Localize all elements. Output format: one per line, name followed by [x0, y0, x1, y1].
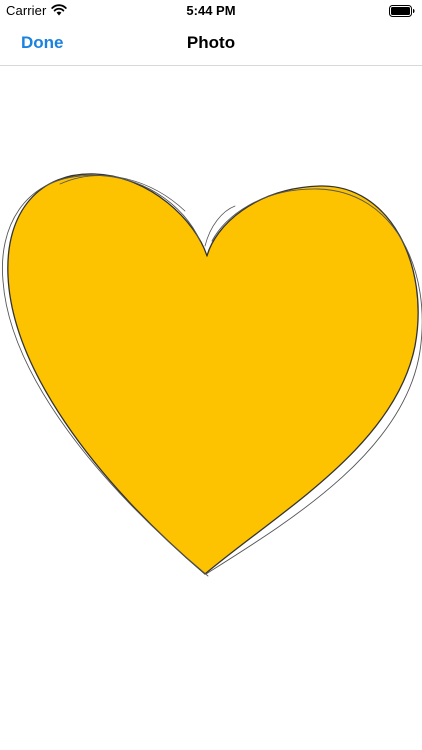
heart-drawing [1, 173, 422, 577]
status-time: 5:44 PM [186, 3, 236, 18]
drawing-canvas[interactable] [0, 66, 422, 750]
status-bar: Carrier 5:44 PM [0, 0, 422, 22]
done-button[interactable]: Done [21, 33, 64, 53]
heart-fill [7, 173, 419, 574]
photo-screen: Carrier 5:44 PM Done Photo [0, 0, 422, 750]
navigation-bar: Done Photo [0, 22, 422, 66]
battery-full-icon [389, 5, 415, 17]
